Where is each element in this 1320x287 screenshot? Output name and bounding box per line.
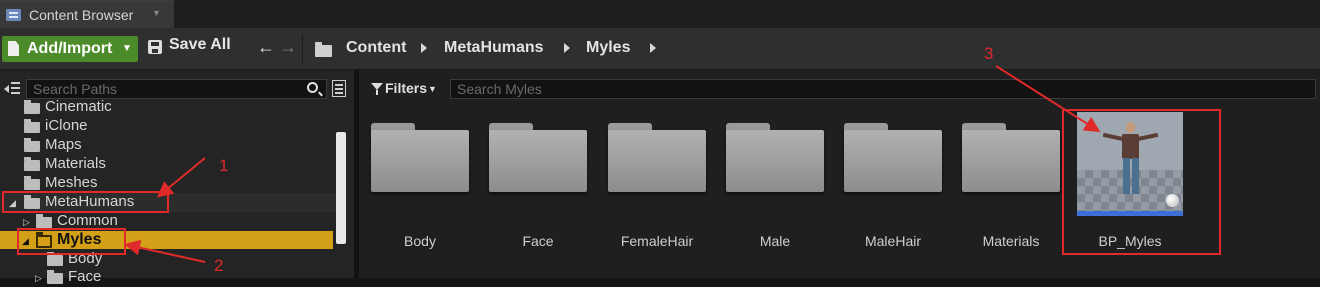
annotation-arrows	[124, 65, 1101, 263]
annotation-arrow-3	[995, 65, 1101, 133]
annotation-arrow-2	[124, 239, 206, 263]
annotation-number-1: 1	[219, 156, 229, 175]
annotation-number-2: 2	[214, 256, 224, 275]
annotation-number-3: 3	[984, 44, 994, 63]
annotation-arrow-1	[156, 157, 206, 198]
